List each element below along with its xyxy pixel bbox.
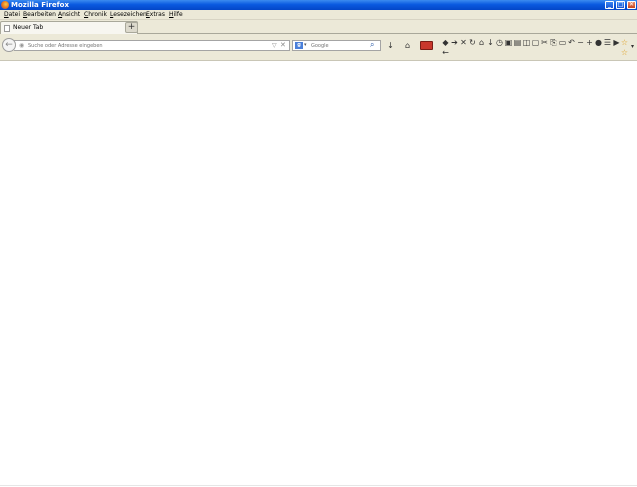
back-small-icon[interactable]: ← <box>441 48 450 57</box>
toolbar-extra-icon[interactable]: ◷ <box>495 38 504 47</box>
toolbar-extra-icon[interactable]: ↶ <box>567 38 576 47</box>
menu-datei[interactable]: Datei <box>4 11 20 19</box>
toolbar-extra-icon[interactable]: ✕ <box>459 38 468 47</box>
engine-dropdown-icon[interactable]: ▾ <box>304 41 307 50</box>
downloads-icon[interactable]: ↓ <box>386 41 395 50</box>
tab-bar: Neuer Tab + <box>0 20 637 34</box>
tab-label: Neuer Tab <box>13 24 44 31</box>
close-button[interactable]: ✕ <box>627 1 636 9</box>
minimize-button[interactable]: _ <box>605 1 614 9</box>
toolbar-extra-icon[interactable]: ↓ <box>486 38 495 47</box>
toolbar-extra-icon[interactable]: ➔ <box>450 38 459 47</box>
bookmarks-star-icon[interactable]: ☆ <box>620 48 629 57</box>
back-button[interactable]: ← <box>2 38 16 52</box>
toolbar-extra-icon[interactable]: ☰ <box>603 38 612 47</box>
menu-chronik[interactable]: Chronik <box>84 11 107 19</box>
globe-icon: ◉ <box>19 42 25 49</box>
menu-ansicht[interactable]: Ansicht <box>58 11 80 19</box>
minimize-icon: _ <box>608 1 611 8</box>
menu-hilfe[interactable]: Hilfe <box>169 11 183 19</box>
menu-lesezeichen[interactable]: Lesezeichen <box>110 11 147 19</box>
firefox-logo-icon <box>1 1 9 9</box>
window-title: Mozilla Firefox <box>11 1 69 9</box>
toolbar-extra-icon[interactable]: ⌂ <box>477 38 486 47</box>
menu-bearbeiten[interactable]: Bearbeiten <box>23 11 56 19</box>
toolbar-extra-icon[interactable]: ◫ <box>522 38 531 47</box>
navigation-toolbar: ◉ ▽ ✕ ← g ▾ ⌕ ↓ ⌂ ◆ ➔ ✕ ↻ ⌂ ↓ ◷ ▣ ▤ ◫ ▢ … <box>0 34 637 61</box>
toolbar-extra-icon[interactable]: − <box>576 38 585 47</box>
window-title-bar[interactable]: Mozilla Firefox _ □ ✕ <box>0 0 637 10</box>
stop-icon[interactable]: ✕ <box>280 41 286 50</box>
overflow-chevron-icon[interactable]: ▾ <box>628 42 637 51</box>
tab-new-tab[interactable]: Neuer Tab <box>0 21 138 34</box>
search-bar[interactable]: g ▾ ⌕ <box>292 40 381 51</box>
addon-icon[interactable] <box>420 41 433 50</box>
toolbar-extra-icon[interactable]: ◆ <box>441 38 450 47</box>
new-tab-button[interactable]: + <box>125 22 138 33</box>
google-icon[interactable]: g <box>295 42 303 49</box>
toolbar-extra-icon[interactable]: ✂ <box>540 38 549 47</box>
page-icon <box>4 25 10 32</box>
menu-extras[interactable]: Extras <box>146 11 165 19</box>
toolbar-extra-icon[interactable]: + <box>585 38 594 47</box>
toolbar-extra-icon[interactable]: ↻ <box>468 38 477 47</box>
toolbar-extra-icon[interactable]: ▣ <box>504 38 513 47</box>
toolbar-extra-icon[interactable]: ▢ <box>531 38 540 47</box>
search-input[interactable] <box>311 41 367 50</box>
status-divider <box>0 485 637 486</box>
url-bar[interactable]: ◉ ▽ ✕ <box>14 40 290 51</box>
close-icon: ✕ <box>628 1 635 8</box>
search-icon[interactable]: ⌕ <box>370 40 374 50</box>
url-input[interactable] <box>28 41 268 50</box>
toolbar-extra-icon[interactable]: ▤ <box>513 38 522 47</box>
toolbar-extra-icon[interactable]: ⎘ <box>549 38 558 47</box>
history-dropdown-icon[interactable]: ▽ <box>272 41 277 50</box>
page-content[interactable] <box>0 61 637 487</box>
menu-bar: Datei Bearbeiten Ansicht Chronik Lesezei… <box>0 10 637 20</box>
home-icon[interactable]: ⌂ <box>403 41 412 50</box>
toolbar-extra-icon[interactable]: ▭ <box>558 38 567 47</box>
maximize-icon: □ <box>617 1 624 8</box>
maximize-button[interactable]: □ <box>616 1 625 9</box>
toolbar-extra-icon[interactable]: ● <box>594 38 603 47</box>
